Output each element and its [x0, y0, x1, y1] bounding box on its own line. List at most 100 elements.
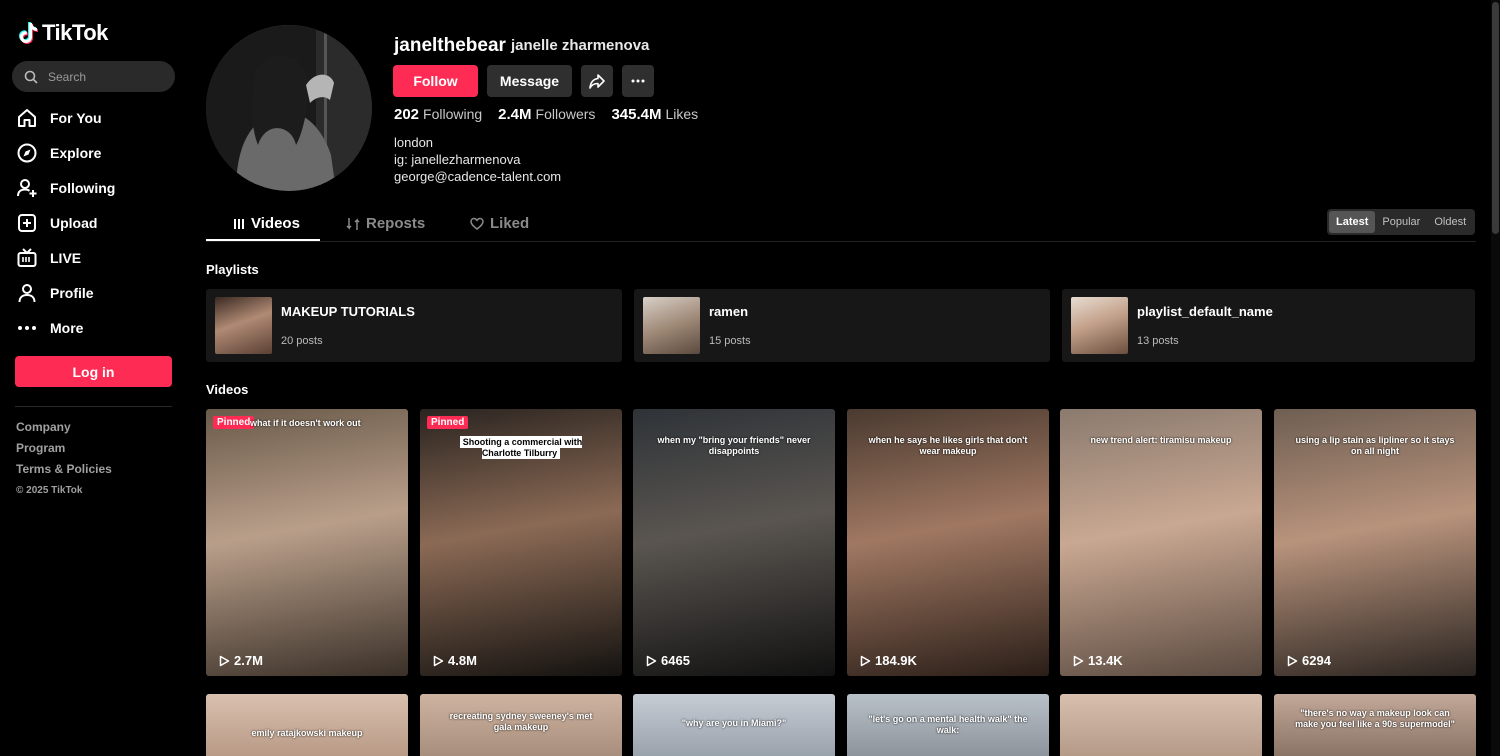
tab-label: Liked — [490, 215, 530, 232]
footer-program-link[interactable]: Program — [16, 441, 112, 462]
nav-label: LIVE — [50, 249, 82, 266]
video-tile[interactable]: "let's go on a mental health walk" the w… — [847, 694, 1049, 756]
nav-for-you[interactable]: For You — [16, 100, 176, 135]
video-caption: emily ratajkowski makeup — [206, 728, 408, 739]
video-caption: "let's go on a mental health walk" the w… — [847, 714, 1049, 736]
more-icon — [18, 325, 36, 330]
view-count: 184.9K — [859, 653, 917, 668]
caption-text: "there's no way a makeup look can make y… — [1295, 708, 1455, 729]
nav-upload[interactable]: Upload — [16, 205, 176, 240]
message-button[interactable]: Message — [487, 65, 572, 97]
video-tile[interactable]: when he says he likes girls that don't w… — [847, 409, 1049, 676]
play-icon — [860, 655, 871, 666]
video-tile[interactable]: when my "bring your friends" never disap… — [633, 409, 835, 676]
footer-terms-link[interactable]: Terms & Policies — [16, 462, 112, 483]
playlist-card[interactable]: playlist_default_name 13 posts — [1062, 289, 1475, 362]
login-button[interactable]: Log in — [15, 356, 172, 387]
page-scrollbar[interactable] — [1491, 0, 1500, 756]
stat-value: 202 — [394, 106, 420, 123]
tab-label: Reposts — [366, 215, 426, 232]
nav-label: More — [50, 319, 84, 336]
caption-text: recreating sydney sweeney's met gala mak… — [449, 711, 593, 732]
sort-oldest[interactable]: Oldest — [1427, 211, 1473, 233]
stat-label: Followers — [535, 106, 596, 122]
video-tile[interactable]: Pinned Shooting a commercial with Charlot… — [420, 409, 622, 676]
video-tile[interactable] — [1060, 694, 1262, 756]
videos-heading: Videos — [206, 382, 249, 397]
nav-live[interactable]: LIVE — [16, 240, 176, 275]
video-tile[interactable]: "why are you in Miami?" — [633, 694, 835, 756]
follow-button[interactable]: Follow — [393, 65, 478, 97]
view-count-text: 13.4K — [1088, 653, 1123, 668]
view-count-text: 184.9K — [875, 653, 917, 668]
video-tile[interactable]: "there's no way a makeup look can make y… — [1274, 694, 1476, 756]
play-icon — [646, 655, 657, 666]
upload-icon — [18, 213, 36, 232]
video-caption: Shooting a commercial with Charlotte Til… — [420, 436, 622, 459]
bio-line: london — [394, 135, 434, 150]
stat-followers[interactable]: 2.4M Followers — [498, 106, 595, 123]
share-icon — [589, 74, 605, 89]
sort-latest[interactable]: Latest — [1329, 211, 1376, 233]
profile-tabs: Videos Reposts Liked — [206, 208, 1476, 242]
video-caption: "there's no way a makeup look can make y… — [1274, 708, 1476, 730]
repost-icon — [346, 217, 360, 230]
nav-label: Explore — [50, 144, 102, 161]
stat-value: 2.4M — [498, 106, 532, 123]
nav-profile[interactable]: Profile — [16, 275, 176, 310]
nav-label: Profile — [50, 284, 94, 301]
footer-links: Company Program Terms & Policies © 2025 … — [16, 420, 112, 504]
tab-videos[interactable]: Videos — [233, 215, 300, 232]
search-input[interactable] — [48, 69, 158, 84]
video-tile[interactable]: Pinned what if it doesn't work out 2.7M — [206, 409, 408, 676]
caption-text: when he says he likes girls that don't w… — [868, 435, 1028, 456]
nav-more[interactable]: More — [16, 310, 176, 345]
scrollbar-thumb[interactable] — [1492, 2, 1499, 234]
video-tile[interactable]: recreating sydney sweeney's met gala mak… — [420, 694, 622, 756]
stat-label: Likes — [665, 106, 699, 122]
view-count-text: 6465 — [661, 653, 690, 668]
tab-reposts[interactable]: Reposts — [346, 215, 425, 232]
profile-avatar[interactable] — [206, 25, 372, 191]
share-button[interactable] — [581, 65, 613, 97]
nav-explore[interactable]: Explore — [16, 135, 176, 170]
heart-icon — [470, 217, 484, 230]
more-options-button[interactable] — [622, 65, 654, 97]
search-icon — [24, 70, 38, 84]
playlist-count: 20 posts — [281, 335, 323, 347]
sort-popular[interactable]: Popular — [1375, 211, 1427, 233]
profile-username: janelthebear — [394, 35, 506, 56]
compass-icon — [17, 143, 37, 162]
tab-liked[interactable]: Liked — [470, 215, 529, 232]
play-icon — [219, 655, 230, 666]
stat-following[interactable]: 202 Following — [394, 106, 482, 123]
search-box[interactable] — [12, 61, 175, 92]
caption-text: emily ratajkowski makeup — [251, 728, 363, 738]
following-icon — [17, 178, 37, 197]
stat-likes: 345.4M Likes — [611, 106, 698, 123]
video-tile[interactable]: new trend alert: tiramisu makeup 13.4K — [1060, 409, 1262, 676]
playlists-heading: Playlists — [206, 262, 259, 277]
tiktok-logo[interactable]: TikTok — [18, 20, 108, 46]
view-count: 13.4K — [1072, 653, 1123, 668]
playlist-thumbnail — [643, 297, 700, 354]
play-icon — [1073, 655, 1084, 666]
video-tile[interactable]: using a lip stain as lipliner so it stay… — [1274, 409, 1476, 676]
playlist-card[interactable]: ramen 15 posts — [634, 289, 1050, 362]
video-caption: new trend alert: tiramisu makeup — [1060, 435, 1262, 446]
tiktok-logo-icon — [19, 22, 38, 44]
playlist-thumbnail — [215, 297, 272, 354]
playlist-card[interactable]: MAKEUP TUTORIALS 20 posts — [206, 289, 622, 362]
view-count-text: 4.8M — [448, 653, 477, 668]
video-caption: "why are you in Miami?" — [633, 718, 835, 729]
nav-following[interactable]: Following — [16, 170, 176, 205]
play-icon — [433, 655, 444, 666]
play-icon — [1287, 655, 1298, 666]
video-caption: when he says he likes girls that don't w… — [847, 435, 1049, 457]
playlist-name: playlist_default_name — [1137, 304, 1273, 319]
active-tab-indicator — [206, 239, 320, 241]
caption-text: Shooting a commercial with Charlotte Til… — [459, 436, 583, 459]
video-tile[interactable]: emily ratajkowski makeup — [206, 694, 408, 756]
live-icon — [17, 247, 37, 267]
footer-company-link[interactable]: Company — [16, 420, 112, 441]
